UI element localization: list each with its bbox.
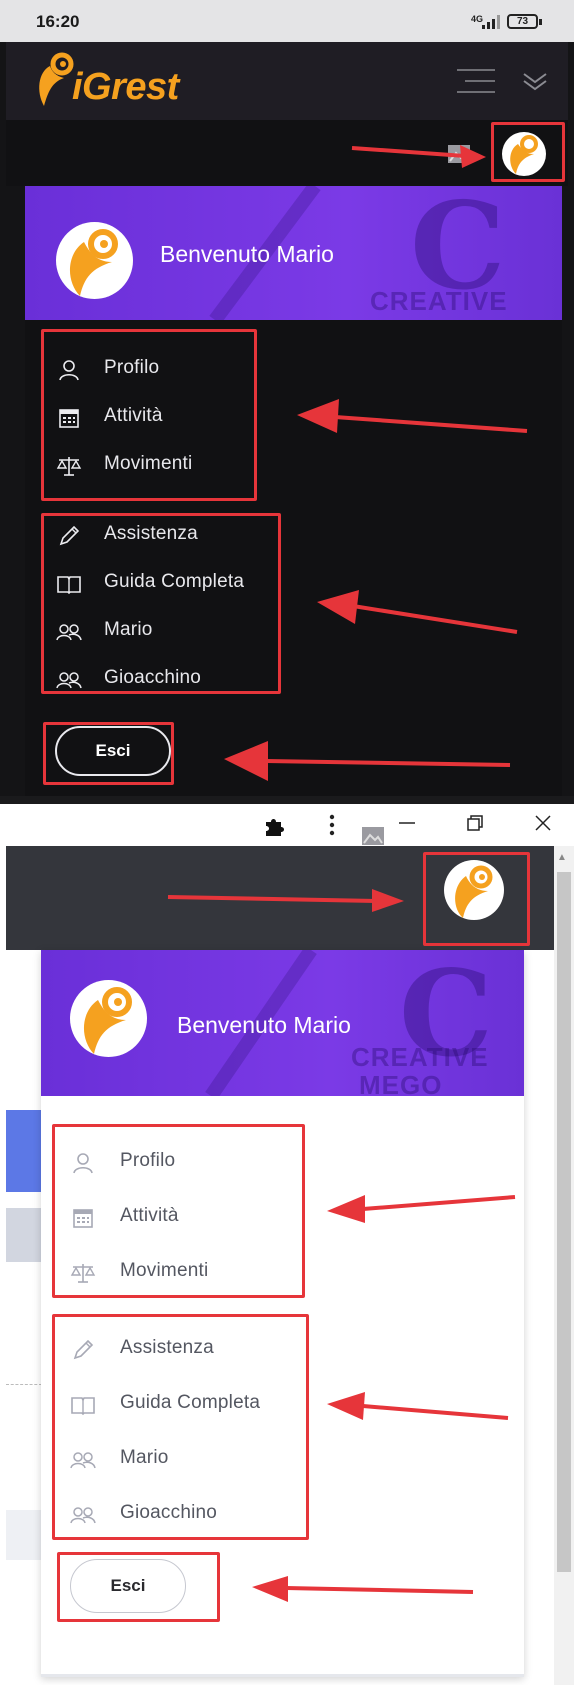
minimize-icon[interactable] — [398, 814, 416, 832]
welcome-text: Benvenuto Mario — [177, 1012, 351, 1038]
hamburger-menu-icon[interactable] — [457, 69, 495, 93]
background-panel-blue — [6, 1110, 42, 1192]
menu-avatar — [70, 980, 147, 1057]
highlight-box-group-1 — [52, 1124, 305, 1298]
hero-decor-word: CREATIVE — [351, 1042, 489, 1072]
annotation-arrow — [327, 1392, 509, 1420]
hero-decor-word: CREATIVE — [370, 286, 508, 316]
highlight-box-logout — [57, 1552, 220, 1622]
menu-avatar — [56, 222, 133, 299]
highlight-box-avatar — [491, 122, 565, 182]
annotation-arrow — [167, 889, 404, 912]
scroll-up-arrow-icon[interactable]: ▲ — [557, 852, 567, 863]
background-panel-gray — [6, 1208, 42, 1262]
avatar-logo-icon — [69, 229, 118, 296]
menu-bottom-border — [41, 1674, 524, 1677]
highlight-box-group-2 — [52, 1314, 309, 1540]
background-panel-light — [6, 1510, 42, 1560]
highlight-box-group-1 — [41, 329, 257, 501]
background-divider — [6, 1384, 42, 1385]
scrollbar-thumb[interactable] — [557, 872, 571, 1572]
battery-icon: 73 — [507, 14, 538, 29]
annotation-arrow — [351, 145, 486, 168]
hero-decor-word-2: MEGO — [359, 1070, 443, 1096]
chevron-down-icon[interactable] — [522, 70, 548, 92]
signal-icon — [482, 15, 500, 29]
image-icon — [362, 827, 384, 845]
annotation-arrow — [297, 399, 528, 433]
mobile-screenshot: 16:20 4G 73 iGrest C CREATIVE Benvenuto … — [0, 0, 574, 804]
browser-titlebar — [0, 804, 574, 844]
welcome-text: Benvenuto Mario — [160, 241, 334, 267]
close-icon[interactable] — [534, 814, 552, 832]
panel-bottom-strip — [0, 796, 574, 804]
annotation-arrow — [327, 1195, 516, 1223]
annotation-arrow — [224, 741, 511, 781]
avatar-logo-icon — [83, 987, 132, 1054]
status-bar: 16:20 4G 73 — [0, 0, 574, 42]
annotation-arrow — [317, 590, 518, 634]
battery-tip — [539, 19, 542, 25]
restore-icon[interactable] — [466, 814, 484, 832]
kebab-menu-icon[interactable] — [328, 814, 336, 836]
extensions-puzzle-icon[interactable] — [262, 814, 286, 838]
desktop-screenshot: ▲ C CREATIVE MEGO Benvenuto Mario Profil… — [0, 804, 574, 1685]
status-time: 16:20 — [36, 12, 80, 31]
app-logo-text: iGrest — [72, 66, 179, 108]
annotation-arrow — [252, 1576, 474, 1602]
highlight-box-logout — [43, 722, 174, 785]
highlight-box-group-2 — [41, 513, 281, 694]
highlight-box-avatar — [423, 852, 530, 946]
